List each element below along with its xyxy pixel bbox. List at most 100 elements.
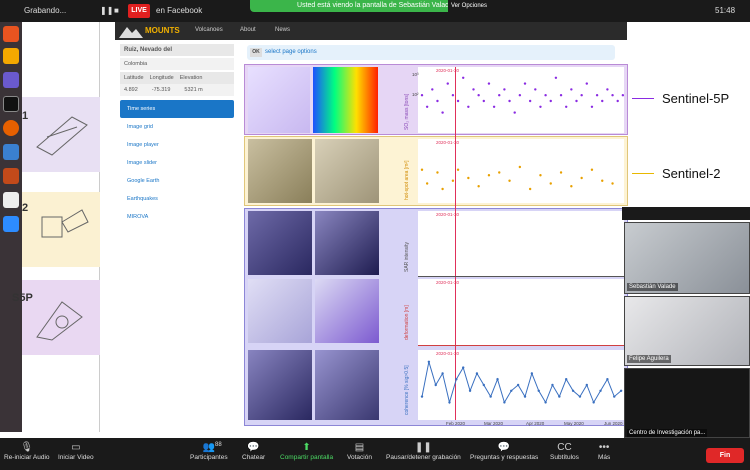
coherence-point: [427, 360, 431, 363]
options-ok-button[interactable]: OK: [250, 48, 262, 57]
so2-point: [487, 82, 491, 85]
volcano-name: Ruiz, Nevado del: [124, 47, 173, 53]
so2-point: [508, 99, 511, 103]
hotspot-point: [451, 179, 455, 182]
thunderbird-icon[interactable]: [3, 144, 19, 160]
menu-image-player[interactable]: Image player: [120, 136, 234, 154]
so2-point: [534, 88, 537, 91]
nav-about[interactable]: About: [240, 27, 256, 33]
menu-earthquakes[interactable]: Earthquakes: [120, 190, 234, 208]
hotspot-point: [549, 182, 552, 185]
video-tile-participant[interactable]: Centro de Investigación pa...: [624, 368, 750, 438]
poll-icon: ▤: [354, 442, 365, 453]
so2-point: [425, 105, 429, 108]
captions-button[interactable]: CC Subtítulos: [550, 442, 579, 461]
menu-time-series[interactable]: Time series: [120, 100, 234, 118]
zoom-icon[interactable]: [3, 216, 19, 232]
coherence-point: [558, 395, 561, 398]
sar-thumbnail[interactable]: [248, 211, 312, 275]
coherence-point: [613, 395, 616, 398]
coherence-point: [523, 395, 527, 398]
end-meeting-button[interactable]: Fin: [706, 448, 744, 463]
coherence-point: [565, 378, 568, 381]
options-label[interactable]: select page options: [265, 49, 317, 55]
nav-volcanoes[interactable]: Volcanoes: [195, 27, 223, 33]
hotspot-point: [590, 168, 594, 171]
coherence-point: [592, 401, 595, 404]
poll-button[interactable]: ▤ Votación: [347, 442, 372, 461]
mountain-logo-icon: [119, 27, 143, 38]
so2-point: [611, 94, 614, 97]
nav-news[interactable]: News: [275, 27, 290, 33]
coherence-thumbnail[interactable]: [248, 350, 312, 420]
optical-zoom-thumbnail[interactable]: [315, 139, 379, 203]
more-icon: •••: [598, 442, 610, 453]
coherence-point: [496, 378, 499, 381]
pause-recording-button[interactable]: ❚❚ Pausar/detener grabación: [386, 442, 461, 461]
chat-button[interactable]: 💬 Chatear: [242, 442, 265, 461]
so2-point: [549, 99, 552, 103]
so2-thumbnail[interactable]: [248, 67, 310, 133]
start-video-button[interactable]: ▭ Iniciar Video: [58, 442, 94, 461]
lat-value: 4.892: [124, 87, 138, 93]
so2-zoom-thumbnail[interactable]: [313, 67, 378, 133]
satellite-icon: [41, 209, 89, 238]
hotspot-scatter-chart: [420, 165, 614, 191]
document-icon[interactable]: [3, 192, 19, 208]
header-lat: Latitude: [124, 75, 144, 81]
share-screen-button[interactable]: ⬆ Compartir pantalla: [280, 442, 333, 461]
site-header: MOUNTS Volcanoes About News: [115, 22, 627, 40]
xtick-label: Feb 2020: [446, 421, 466, 426]
coherence-point: [516, 383, 520, 387]
video-tile-speaker[interactable]: Sebastián Valade: [624, 222, 750, 294]
menu-mirova[interactable]: MIROVA: [120, 208, 234, 226]
coherence-point: [619, 389, 623, 392]
view-options-button[interactable]: Ver Opciones: [448, 0, 500, 12]
sar-zoom-thumbnail[interactable]: [315, 211, 379, 275]
stream-target[interactable]: en Facebook: [156, 6, 202, 15]
terminal-icon[interactable]: [3, 96, 19, 112]
deformation-thumbnail[interactable]: [248, 279, 312, 343]
plot-deformation[interactable]: [418, 279, 624, 345]
coherence-point: [434, 383, 437, 387]
live-badge: LIVE: [128, 4, 150, 18]
pause-icon: ❚❚: [415, 442, 432, 453]
coherence-point: [585, 383, 588, 387]
coherence-point: [475, 372, 479, 375]
brand-logo[interactable]: MOUNTS: [145, 26, 180, 35]
firefox-icon[interactable]: [3, 120, 19, 136]
coherence-zoom-thumbnail[interactable]: [315, 350, 379, 420]
legend-sentinel2: Sentinel-2: [662, 166, 721, 181]
optical-thumbnail[interactable]: [248, 139, 312, 203]
plot-sar[interactable]: [418, 211, 624, 277]
so2-point: [590, 105, 594, 108]
ubuntu-icon[interactable]: [3, 26, 19, 42]
hotspot-point: [580, 176, 583, 180]
qa-button[interactable]: 💬 Preguntas y respuestas: [470, 442, 538, 461]
xtick-label: Mar 2020: [484, 421, 504, 426]
share-notice: Usted está viendo la pantalla de Sebasti…: [297, 2, 453, 9]
hotspot-point: [436, 171, 439, 174]
app-icon[interactable]: [3, 48, 19, 64]
menu-google-earth[interactable]: Google Earth: [120, 172, 234, 190]
deformation-zoom-thumbnail[interactable]: [315, 279, 379, 343]
restart-audio-button[interactable]: 🎙 Re-iniciar Audio: [4, 442, 50, 461]
pause-record-icon[interactable]: ❚❚: [100, 6, 113, 15]
xtick-label: May 2020: [564, 421, 584, 426]
hotspot-point: [420, 168, 424, 171]
share-icon: ⬆: [302, 442, 311, 453]
elev-value: 5321 m: [184, 87, 203, 93]
video-tile-participant[interactable]: Felipe Aguilera: [624, 296, 750, 366]
menu-image-slider[interactable]: Image slider: [120, 154, 234, 172]
hotspot-point: [559, 171, 563, 174]
app-icon[interactable]: [3, 168, 19, 184]
coherence-point: [510, 389, 513, 392]
so2-point: [539, 105, 542, 108]
ylabel-deformation: deformation [m]: [404, 305, 410, 340]
menu-image-grid[interactable]: Image grid: [120, 118, 234, 136]
stop-record-icon[interactable]: ■: [114, 6, 119, 15]
coords-values: 4.892 -75.319 5321 m: [120, 84, 234, 96]
more-button[interactable]: ••• Más: [598, 442, 610, 461]
app-icon[interactable]: [3, 72, 19, 88]
coherence-point: [530, 372, 534, 375]
